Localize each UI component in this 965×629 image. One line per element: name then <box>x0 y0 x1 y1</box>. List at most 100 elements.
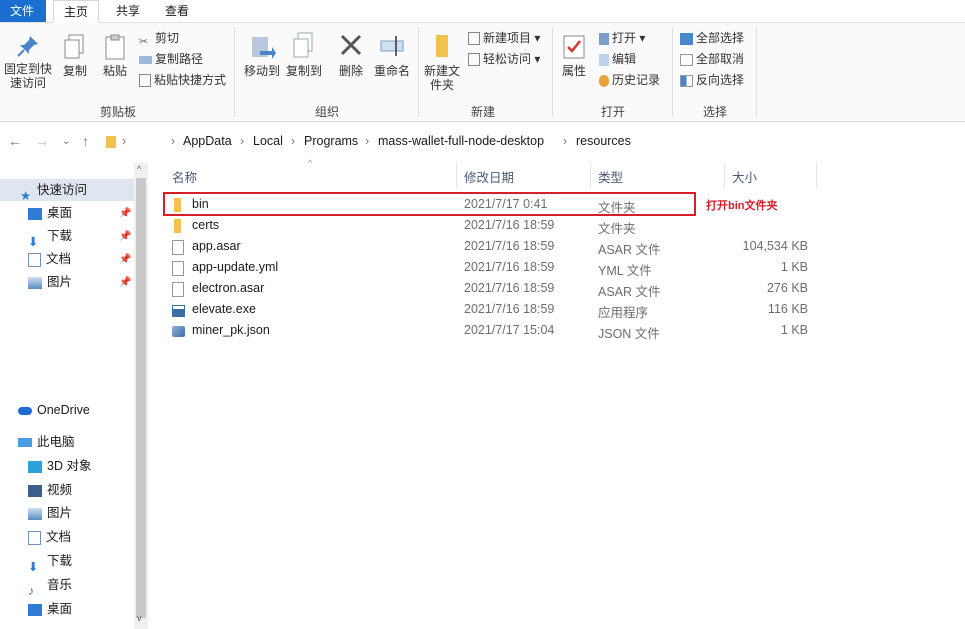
properties-button[interactable]: 属性 <box>558 33 590 78</box>
file-size: 1 KB <box>780 260 808 274</box>
open-button[interactable]: 打开 ▾ <box>599 29 645 47</box>
select-none-icon <box>680 53 693 66</box>
copy-icon <box>64 34 84 59</box>
rename-button[interactable]: 重命名 <box>372 31 412 78</box>
nav-desktop[interactable]: 桌面 <box>28 202 72 224</box>
file-name: elevate.exe <box>192 302 256 316</box>
file-row[interactable]: app-update.yml 2021/7/16 18:59 YML 文件 1 … <box>168 257 818 278</box>
easy-access-button[interactable]: 轻松访问 ▾ <box>468 50 540 68</box>
ribbon-divider <box>552 27 553 117</box>
nav-3d-objects[interactable]: 3D 对象 <box>28 455 91 477</box>
column-header-type[interactable]: 类型 <box>598 167 623 186</box>
scrollbar-thumb[interactable] <box>136 178 146 618</box>
edit-button[interactable]: 编辑 <box>599 50 636 68</box>
history-button[interactable]: 历史记录 <box>599 71 660 89</box>
select-group-label: 选择 <box>702 105 727 119</box>
invert-selection-button[interactable]: 反向选择 <box>680 71 744 89</box>
file-type: ASAR 文件 <box>598 285 661 299</box>
delete-button[interactable]: 删除 <box>334 31 368 78</box>
scroll-up-icon[interactable]: ^ <box>137 164 141 174</box>
tab-share[interactable]: 共享 <box>106 0 150 22</box>
select-none-button[interactable]: 全部取消 <box>680 50 744 68</box>
pictures-icon <box>28 276 42 289</box>
back-arrow-icon[interactable]: ← <box>8 133 22 149</box>
column-header-size[interactable]: 大小 <box>732 167 757 186</box>
pin-quick-access-button[interactable]: 固定到快速访问 <box>2 33 54 90</box>
file-row[interactable]: electron.asar 2021/7/16 18:59 ASAR 文件 27… <box>168 278 818 299</box>
nav-pc-pictures[interactable]: 图片 <box>28 502 72 524</box>
file-size: 104,534 KB <box>742 239 808 253</box>
recent-dropdown-icon[interactable]: ⌄ <box>62 136 70 147</box>
breadcrumb-separator: › <box>240 134 245 148</box>
move-to-button[interactable]: 移动到 <box>242 31 282 78</box>
scissors-icon: ✂ <box>139 35 149 48</box>
nav-pictures[interactable]: 图片 <box>28 271 72 293</box>
nav-label: 桌面 <box>47 206 73 220</box>
column-header-name[interactable]: 名称 <box>172 167 197 186</box>
nav-pc-downloads[interactable]: ⬇ 下载 <box>28 550 72 574</box>
copy-path-label: 复制路径 <box>155 52 204 66</box>
select-all-button[interactable]: 全部选择 <box>680 29 744 47</box>
ribbon-divider <box>418 27 419 117</box>
move-to-label: 移动到 <box>243 64 280 78</box>
breadcrumb-item[interactable]: Local <box>253 134 283 148</box>
new-folder-button[interactable]: 新建文件夹 <box>422 31 462 92</box>
paste-label: 粘贴 <box>102 64 127 78</box>
nav-this-pc[interactable]: 此电脑 <box>18 431 75 453</box>
cut-button[interactable]: ✂ 剪切 <box>139 29 179 48</box>
file-row[interactable]: app.asar 2021/7/16 18:59 ASAR 文件 104,534… <box>168 236 818 257</box>
new-item-button[interactable]: 新建项目 ▾ <box>468 29 540 47</box>
breadcrumb-separator: › <box>365 134 370 148</box>
nav-documents[interactable]: 文档 <box>28 248 71 270</box>
tab-view[interactable]: 查看 <box>155 0 199 22</box>
breadcrumb-item[interactable]: resources <box>576 134 631 148</box>
download-icon: ⬇ <box>28 234 39 249</box>
column-divider[interactable] <box>724 162 725 188</box>
pin-icon: 📌 <box>119 208 132 219</box>
breadcrumb-item[interactable]: AppData <box>183 134 232 148</box>
folder-icon <box>174 219 181 233</box>
nav-videos[interactable]: 视频 <box>28 479 72 501</box>
file-row[interactable]: certs 2021/7/16 18:59 文件夹 <box>168 215 818 236</box>
nav-music[interactable]: ♪ 音乐 <box>28 574 72 598</box>
file-type: YML 文件 <box>598 264 652 278</box>
properties-label: 属性 <box>561 64 586 78</box>
copy-to-button[interactable]: 复制到 <box>284 31 324 78</box>
scroll-down-icon[interactable]: v <box>137 613 142 623</box>
pictures-icon <box>28 507 42 520</box>
file-name: electron.asar <box>192 281 265 295</box>
nav-label: OneDrive <box>37 403 90 417</box>
column-header-date[interactable]: 修改日期 <box>464 167 514 186</box>
sort-arrow-icon: ^ <box>308 158 313 168</box>
properties-icon <box>563 35 585 59</box>
tab-home[interactable]: 主页 <box>53 0 100 23</box>
nav-pc-documents[interactable]: 文档 <box>28 526 71 548</box>
column-divider[interactable] <box>456 162 457 188</box>
paste-button[interactable]: 粘贴 <box>100 33 130 78</box>
file-size: 276 KB <box>766 281 808 295</box>
history-icon <box>599 74 609 87</box>
new-item-icon <box>468 32 480 46</box>
nav-onedrive[interactable]: OneDrive <box>18 399 90 421</box>
up-arrow-icon[interactable]: ↑ <box>82 133 89 149</box>
nav-downloads[interactable]: ⬇ 下载 <box>28 225 72 249</box>
nav-label: 此电脑 <box>37 435 75 449</box>
nav-scrollbar[interactable]: ^ v <box>134 163 148 629</box>
tab-file[interactable]: 文件 <box>0 0 46 22</box>
copy-button[interactable]: 复制 <box>60 33 90 78</box>
pin-icon: 📌 <box>119 277 132 288</box>
open-icon <box>599 32 609 45</box>
breadcrumb-separator: › <box>171 134 176 148</box>
file-row[interactable]: miner_pk.json 2021/7/17 15:04 JSON 文件 1 … <box>168 320 818 341</box>
column-divider[interactable] <box>590 162 591 188</box>
paste-shortcut-button[interactable]: 粘贴快捷方式 <box>139 71 226 89</box>
breadcrumb-item[interactable]: Programs <box>304 134 358 148</box>
file-row[interactable]: elevate.exe 2021/7/16 18:59 应用程序 116 KB <box>168 299 818 320</box>
forward-arrow-icon[interactable]: → <box>35 133 49 149</box>
file-size: 116 KB <box>767 302 808 316</box>
nav-quick-access[interactable]: ★ 快速访问 <box>0 179 134 203</box>
copy-path-button[interactable]: 复制路径 <box>139 50 203 68</box>
nav-pc-desktop[interactable]: 桌面 <box>28 598 72 620</box>
breadcrumb-item[interactable]: mass-wallet-full-node-desktop <box>378 134 544 148</box>
column-divider[interactable] <box>816 162 817 188</box>
